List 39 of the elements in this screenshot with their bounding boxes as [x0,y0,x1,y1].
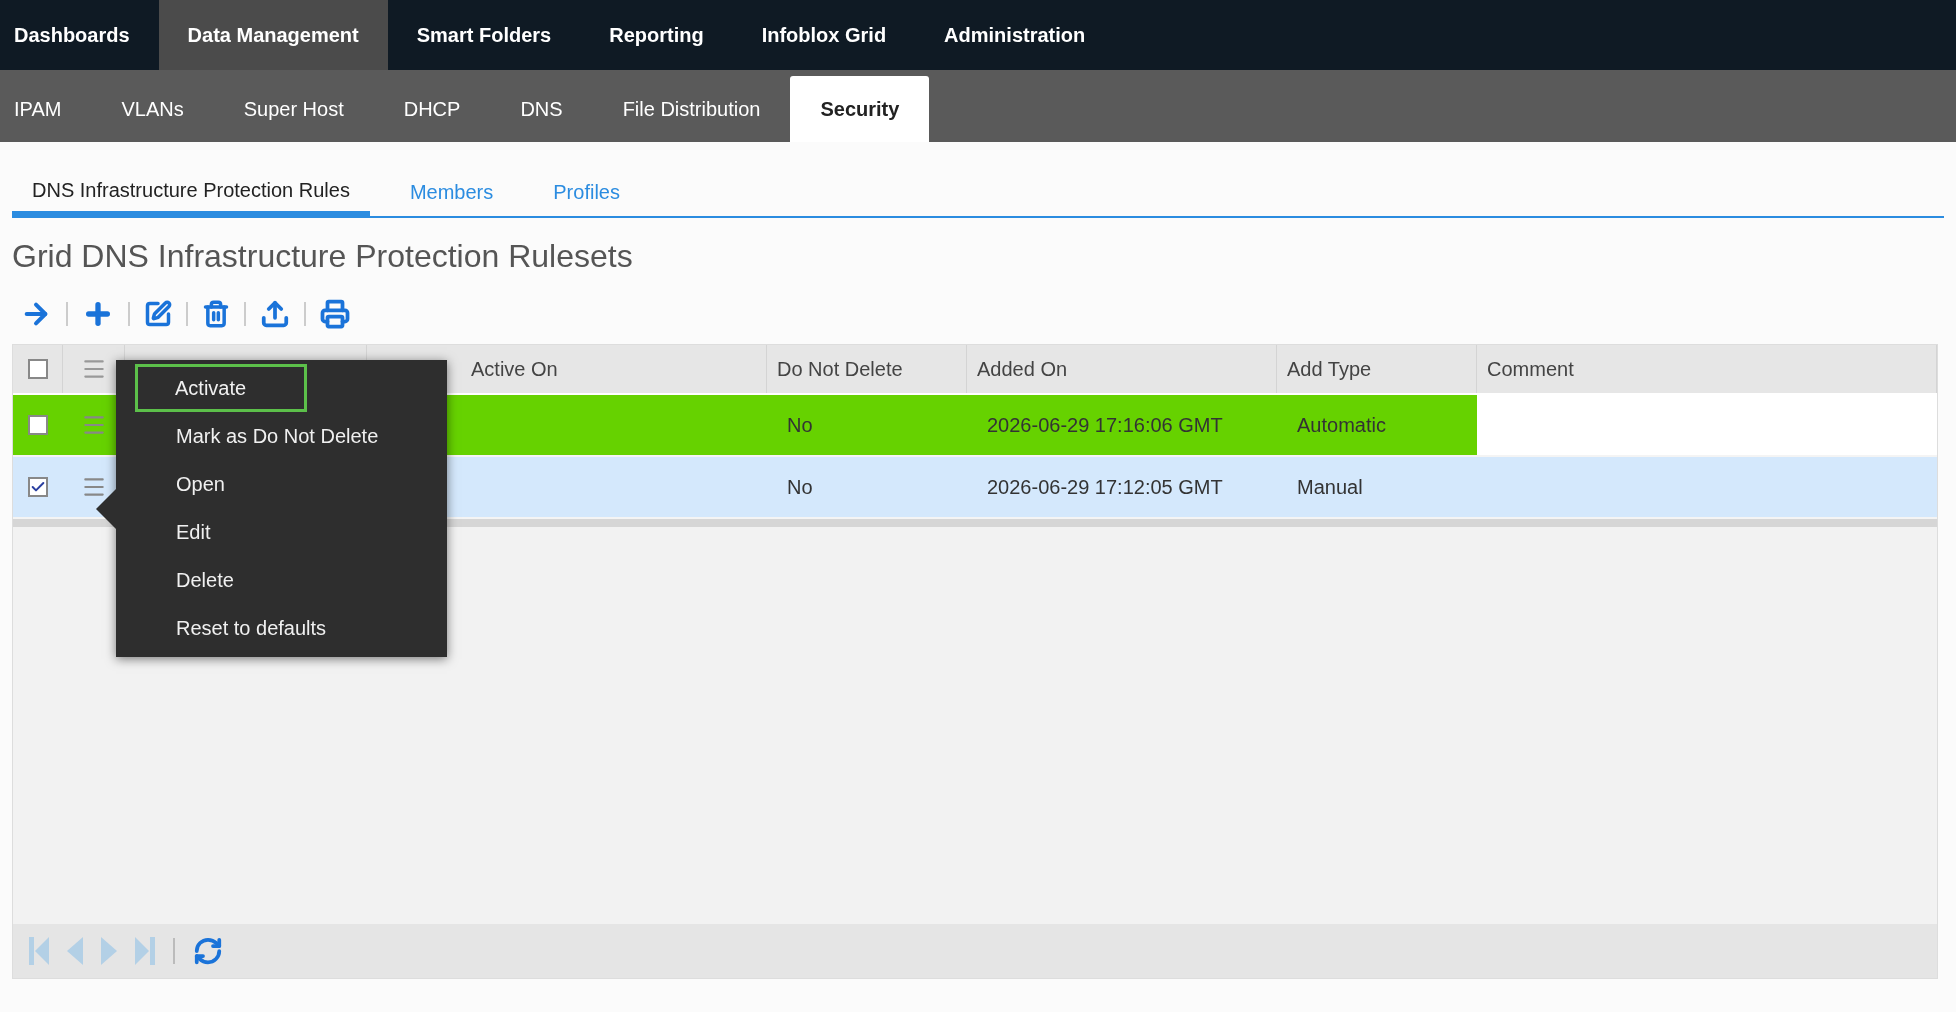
section-tab[interactable]: DNS Infrastructure Protection Rules [12,168,370,216]
menu-item[interactable]: Mark as Do Not Delete [116,412,447,460]
refresh-icon[interactable] [193,936,223,966]
menu-item[interactable]: Open [116,460,447,508]
menu-item[interactable]: Activate [135,364,307,412]
nav-tab[interactable]: VLANs [91,76,214,142]
nav-tab[interactable]: File Distribution [592,76,791,142]
column-header[interactable]: Comment [1487,354,1574,384]
nav-tab[interactable]: Dashboards [0,0,159,70]
page-title: Grid DNS Infrastructure Protection Rulesets [12,237,634,276]
upload-icon[interactable] [260,299,290,329]
table-cell-text: 2026-06-29 17:12:05 GMT [987,475,1223,500]
trash-icon[interactable] [202,300,230,328]
nav-tab[interactable]: IPAM [0,76,92,142]
nav-tab[interactable]: Reporting [580,0,733,70]
nav-tab[interactable]: Security [790,76,930,142]
column-header[interactable]: Do Not Delete [777,354,903,384]
column-header[interactable]: Add Type [1287,354,1372,384]
checkbox[interactable] [28,477,48,497]
edit-icon[interactable] [144,300,172,328]
table-cell-text: 2026-06-29 17:16:06 GMT [987,413,1223,438]
nav-tab[interactable]: Administration [915,0,1115,70]
checkbox[interactable] [27,359,48,379]
nav-tab[interactable]: DHCP [373,76,491,142]
nav-tab[interactable]: Data Management [158,0,388,70]
column-header[interactable]: Active On [471,354,558,384]
nav-tab[interactable]: Super Host [213,76,374,142]
nav-tab[interactable]: Infoblox Grid [732,0,916,70]
table-cell-text: No [787,475,813,500]
table-cell-text: No [787,413,813,438]
menu-item[interactable]: Reset to defaults [116,604,447,652]
nav-tab[interactable]: Smart Folders [387,0,581,70]
table-cell-text: Manual [1297,475,1363,500]
nav-tab[interactable]: DNS [490,76,593,142]
print-icon[interactable] [320,299,350,329]
column-header[interactable]: Added On [977,354,1068,384]
menu-item[interactable]: Delete [116,556,447,604]
table-cell-text: Automatic [1297,413,1386,438]
checkbox[interactable] [28,415,48,435]
